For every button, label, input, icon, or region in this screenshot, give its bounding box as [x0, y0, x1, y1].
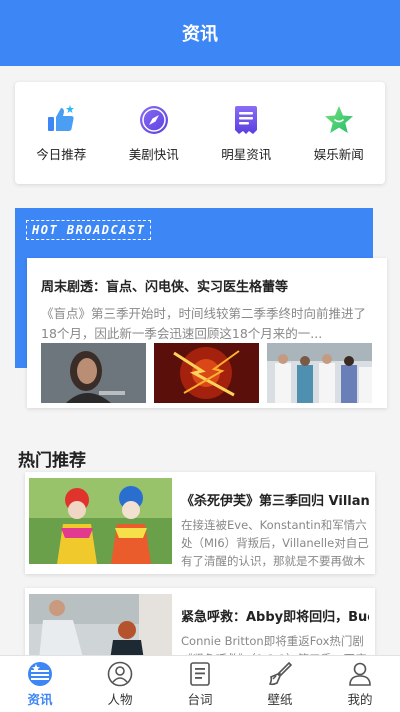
featured-image-woman[interactable] — [41, 343, 146, 403]
tab-lines[interactable]: 台词 — [160, 656, 240, 712]
article-title: 紧急呼救：Abby即将回归，Buck — [181, 610, 369, 625]
hot-section-title: 热门推荐 — [18, 451, 86, 471]
featured-title: 周末剧透：盲点、闪电侠、实习医生格蕾等 — [41, 280, 289, 295]
quick-nav-us-drama[interactable]: 美剧快讯 — [108, 82, 201, 184]
tab-label: 人物 — [107, 691, 133, 707]
quick-nav-label: 美剧快讯 — [128, 146, 179, 162]
featured-image-flash[interactable] — [154, 343, 259, 403]
tab-label: 壁纸 — [267, 691, 293, 707]
featured-image-doctors[interactable] — [267, 343, 372, 403]
tab-mine[interactable]: 我的 — [320, 656, 400, 712]
brush-icon — [268, 661, 293, 685]
bottom-tab-bar: 资讯 人物 台词 壁纸 我的 — [0, 655, 400, 712]
article-thumbnail — [29, 478, 172, 564]
thumbs-up-icon — [48, 104, 75, 131]
news-icon — [28, 661, 52, 686]
featured-description: 《盲点》第三季开始时，时间线较第二季季终时向前推进了18个月，因此新一季会迅速回… — [41, 306, 367, 341]
quick-nav-entertainment[interactable]: 娱乐新闻 — [293, 82, 386, 184]
article-description: 在接连被Eve、Konstantin和军情六处（MI6）背叛后，Villanel… — [181, 518, 369, 568]
quick-nav-today[interactable]: 今日推荐 — [15, 82, 108, 184]
profile-icon — [349, 662, 371, 686]
article-title: 《杀死伊芙》第三季回归 Villanelle — [181, 494, 369, 509]
tab-wallpaper[interactable]: 壁纸 — [240, 656, 320, 712]
tab-people[interactable]: 人物 — [80, 656, 160, 712]
quick-nav-celebrity[interactable]: 明星资讯 — [200, 82, 293, 184]
script-icon — [190, 661, 210, 686]
tab-label: 台词 — [187, 691, 213, 707]
page-title: 资讯 — [182, 24, 218, 45]
document-icon — [235, 105, 258, 134]
quick-nav: 今日推荐 美剧快讯 明星资讯 娱乐新闻 — [15, 82, 385, 184]
quick-nav-label: 明星资讯 — [221, 146, 272, 162]
quick-nav-label: 今日推荐 — [36, 146, 87, 162]
hot-broadcast-tag: HOT BROADCAST — [26, 220, 152, 240]
star-icon — [324, 105, 353, 133]
tab-news[interactable]: 资讯 — [0, 656, 80, 712]
tab-label: 我的 — [347, 691, 373, 707]
app-header: 资讯 — [0, 0, 400, 66]
article-card[interactable]: 《杀死伊芙》第三季回归 Villanelle 在接连被Eve、Konstanti… — [25, 472, 375, 574]
compass-icon — [139, 105, 168, 134]
featured-article[interactable]: 周末剧透：盲点、闪电侠、实习医生格蕾等 《盲点》第三季开始时，时间线较第二季季终… — [27, 258, 387, 408]
tab-label: 资讯 — [27, 691, 53, 707]
featured-images — [41, 343, 372, 403]
person-icon — [107, 661, 133, 686]
quick-nav-label: 娱乐新闻 — [313, 146, 364, 162]
